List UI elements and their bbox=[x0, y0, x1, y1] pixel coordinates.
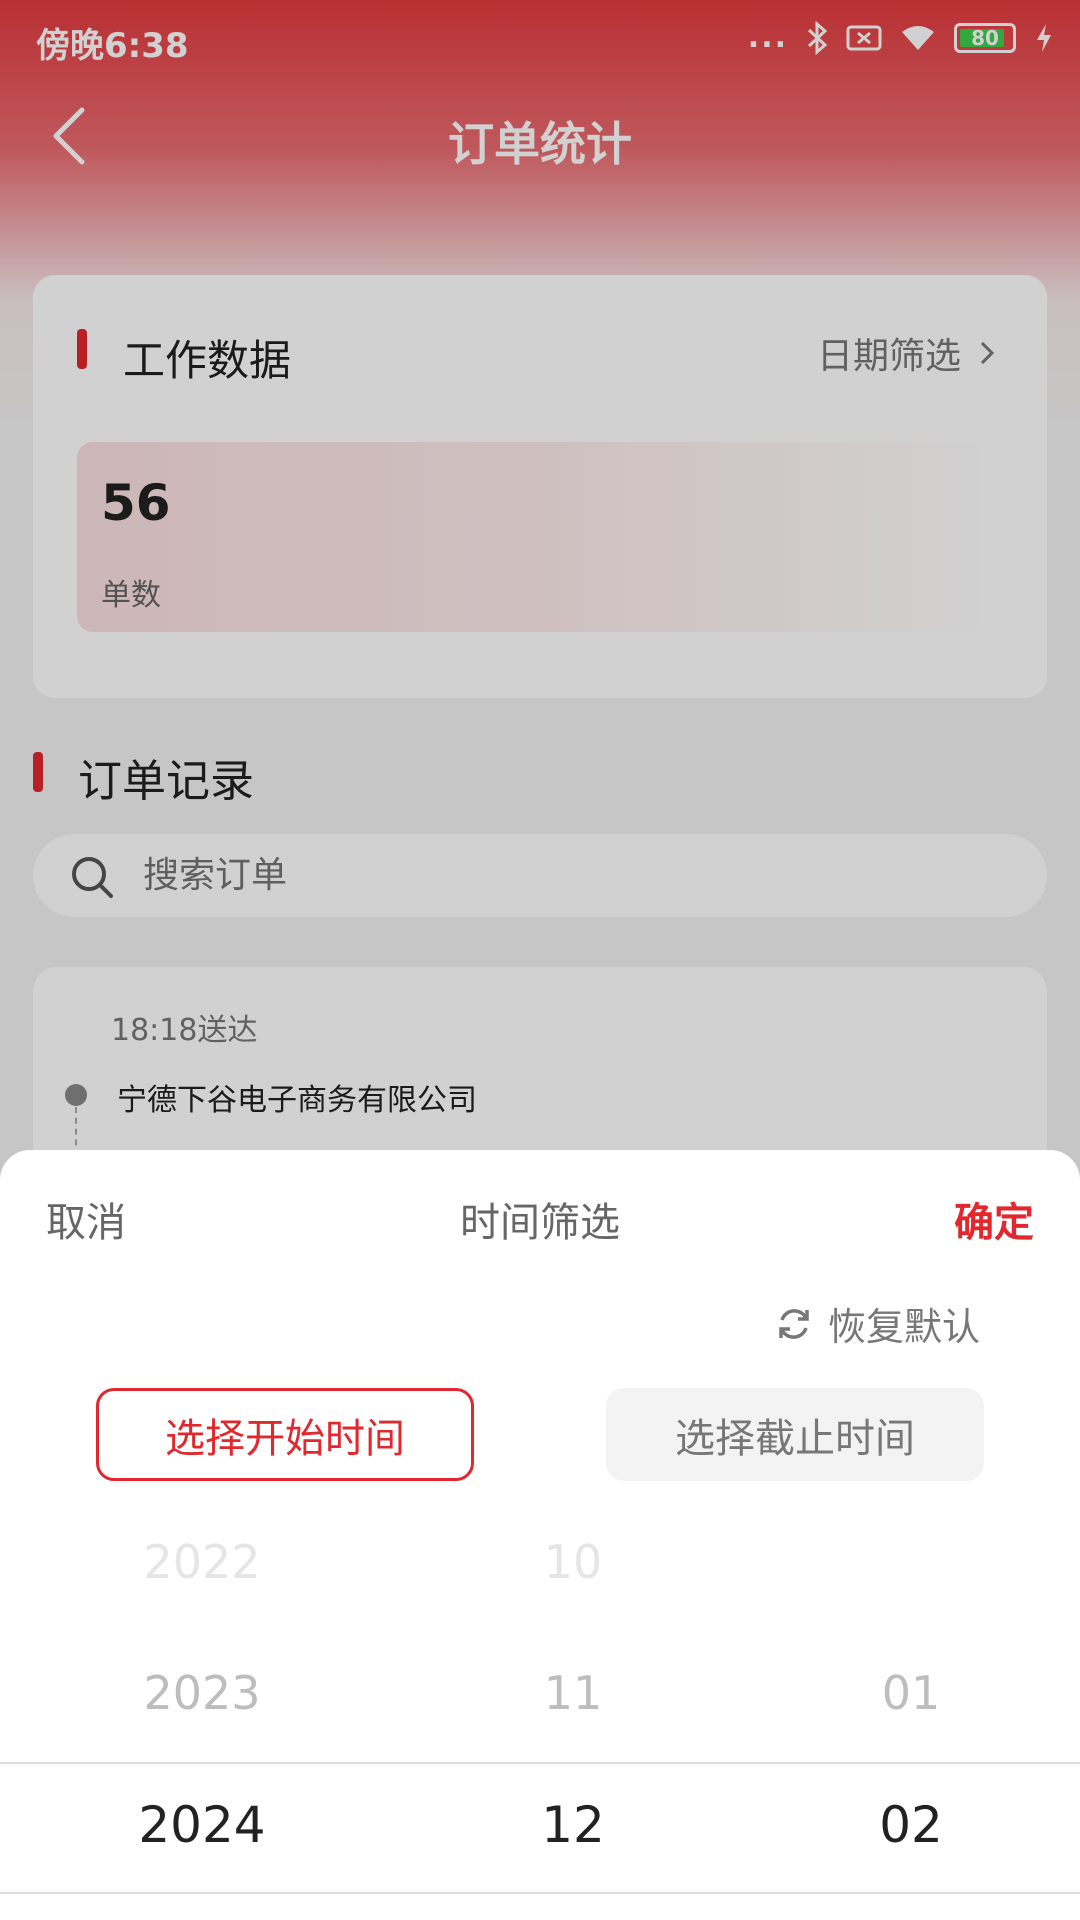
tab-start-time[interactable]: 选择开始时间 bbox=[96, 1388, 474, 1481]
picker-selection-line-bottom bbox=[0, 1892, 1080, 1894]
sheet-title: 时间筛选 bbox=[460, 1200, 620, 1246]
year-option[interactable]: 2022 bbox=[52, 1535, 352, 1589]
day-option-selected[interactable]: 02 bbox=[761, 1796, 1061, 1854]
confirm-button[interactable]: 确定 bbox=[954, 1190, 1034, 1248]
reset-default-button[interactable]: 恢复默认 bbox=[774, 1296, 980, 1351]
year-option[interactable]: 2023 bbox=[52, 1666, 352, 1720]
month-option-selected[interactable]: 12 bbox=[423, 1796, 723, 1854]
time-filter-sheet: 取消 时间筛选 确定 恢复默认 选择开始时间 选择截止时间 2022 2023 … bbox=[0, 1150, 1080, 1920]
picker-selection-line-top bbox=[0, 1762, 1080, 1764]
day-option[interactable]: 01 bbox=[761, 1666, 1061, 1720]
month-option[interactable]: 10 bbox=[423, 1535, 723, 1589]
refresh-icon bbox=[779, 1308, 809, 1339]
tab-end-time[interactable]: 选择截止时间 bbox=[606, 1388, 984, 1481]
year-option-selected[interactable]: 2024 bbox=[52, 1796, 352, 1854]
month-option[interactable]: 11 bbox=[423, 1666, 723, 1720]
reset-default-label: 恢复默认 bbox=[827, 1305, 980, 1349]
cancel-button[interactable]: 取消 bbox=[46, 1190, 126, 1248]
